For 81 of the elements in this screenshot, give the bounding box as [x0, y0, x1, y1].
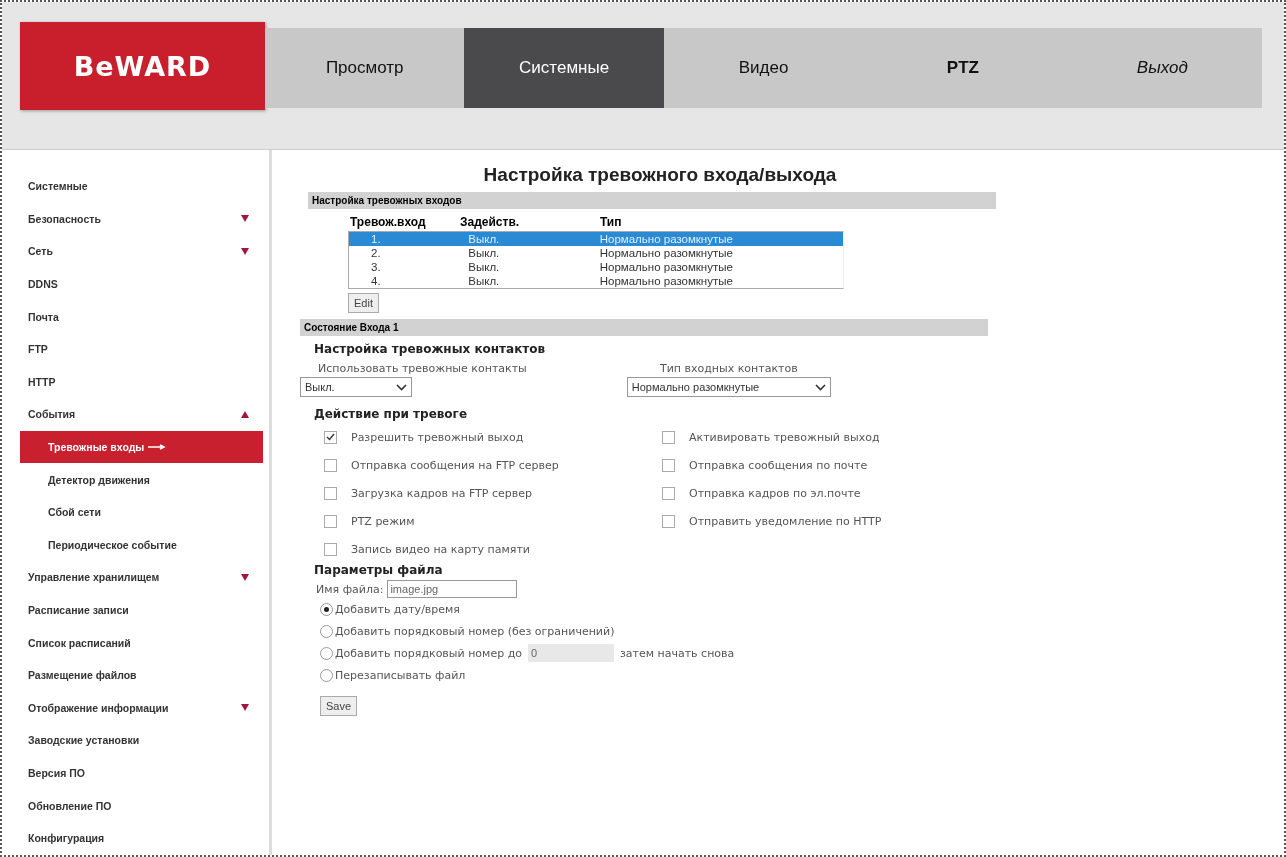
page-title: Настройка тревожного входа/выхода	[482, 164, 838, 186]
column-header: Задейств.	[460, 215, 521, 229]
sidebar-item[interactable]: FTP	[20, 332, 263, 366]
section-header: Настройка тревожных входов	[308, 192, 996, 209]
sidebar-item[interactable]: Конфигурация	[20, 821, 263, 855]
sidebar-item[interactable]: Почта	[20, 300, 263, 333]
checkbox[interactable]	[662, 514, 675, 528]
sidebar-item[interactable]: Список расписаний	[20, 626, 263, 659]
checkbox-label: Разрешить тревожный выход	[351, 430, 524, 444]
sidebar-item[interactable]: Отображение информации	[20, 691, 263, 725]
expand-triangle-icon[interactable]	[241, 704, 249, 712]
expand-triangle-icon[interactable]	[241, 215, 249, 223]
checkbox[interactable]	[324, 430, 337, 444]
checkbox-label: Отправка сообщения по почте	[689, 458, 868, 472]
radio-button[interactable]	[320, 668, 333, 682]
nav-tab[interactable]: Видео	[663, 28, 864, 108]
radio-button[interactable]	[320, 624, 333, 638]
subsection-heading: Действие при тревоге	[314, 407, 469, 421]
sidebar-item[interactable]: Версия ПО	[20, 756, 263, 790]
nav-tab[interactable]: Выход	[1062, 28, 1263, 108]
select-field[interactable]: Нормально разомкнутые	[626, 377, 831, 397]
checkbox[interactable]	[662, 430, 675, 444]
radio-label: Добавить порядковый номер до	[335, 646, 522, 660]
checkbox-label: Отправка сообщения на FTP сервер	[351, 458, 559, 472]
list-row[interactable]: 4. Выкл. Нормально разомкнутые	[349, 274, 843, 288]
radio-button[interactable]	[320, 602, 333, 616]
sidebar-item[interactable]: Детектор движения	[20, 463, 263, 496]
sidebar-item[interactable]: Тревожные входы	[20, 430, 263, 464]
list-row[interactable]: 3. Выкл. Нормально разомкнутые	[349, 260, 843, 274]
sidebar-item[interactable]: Системные	[20, 170, 263, 203]
checkbox-label: Активировать тревожный выход	[689, 430, 880, 444]
checkbox[interactable]	[662, 486, 675, 500]
chevron-down-icon	[814, 383, 826, 391]
filename-input[interactable]: image.jpg	[387, 580, 518, 598]
nav-tab[interactable]: Просмотр	[265, 28, 465, 108]
field-label: Использовать тревожные контакты	[318, 362, 527, 375]
select-field[interactable]: Выкл.	[300, 377, 412, 397]
expand-triangle-icon[interactable]	[241, 573, 249, 581]
radio-label: Добавить порядковый номер (без ограничений)	[335, 624, 615, 638]
save-button[interactable]: Save	[320, 696, 358, 716]
checkbox-label: Запись видео на карту памяти	[351, 542, 530, 556]
list-row[interactable]: 2. Выкл. Нормально разомкнутые	[349, 246, 843, 260]
checkbox-label: Загрузка кадров на FTP сервер	[351, 486, 532, 500]
radio-label: Добавить дату/время	[335, 602, 460, 616]
sidebar-item[interactable]: Безопасность	[20, 202, 263, 236]
sidebar-item[interactable]: Заводские установки	[20, 724, 263, 757]
radio-suffix: затем начать снова	[620, 646, 735, 660]
field-label: Имя файла:	[316, 582, 384, 596]
logo[interactable]: BeWARD	[20, 22, 265, 110]
checkbox-label: PTZ режим	[351, 514, 415, 528]
sidebar-item[interactable]: События	[20, 398, 263, 431]
sidebar-item[interactable]: HTTP	[20, 365, 263, 399]
sidebar-item[interactable]: Управление хранилищем	[20, 561, 263, 594]
edit-button[interactable]: Edit	[348, 293, 379, 313]
checkbox-label: Отправка кадров по эл.почте	[689, 486, 861, 500]
sidebar-item[interactable]: Расписание записи	[20, 593, 263, 627]
sidebar-item[interactable]: Размещение файлов	[20, 658, 263, 692]
checkbox[interactable]	[324, 514, 337, 528]
checkbox[interactable]	[662, 458, 675, 472]
collapse-triangle-icon[interactable]	[241, 410, 249, 418]
sidebar-item[interactable]: Сбой сети	[20, 495, 263, 529]
sidebar-item[interactable]: Обновление ПО	[20, 789, 263, 822]
checkbox-label: Отправить уведомление по HTTP	[689, 514, 882, 528]
field-label: Тип входных контактов	[659, 362, 798, 375]
chevron-down-icon	[396, 383, 407, 391]
nav-tab[interactable]: PTZ	[863, 28, 1063, 108]
subsection-heading: Настройка тревожных контактов	[314, 342, 547, 356]
nav-tab[interactable]: Системные	[464, 28, 664, 108]
sidebar-item[interactable]: Сеть	[20, 235, 263, 268]
sidebar-item[interactable]: DDNS	[20, 267, 263, 301]
column-header: Тревож.вход	[350, 215, 427, 229]
column-header: Тип	[600, 215, 623, 229]
sidebar-item[interactable]: Периодическое событие	[20, 528, 263, 562]
checkbox[interactable]	[324, 486, 337, 500]
checkbox[interactable]	[324, 458, 337, 472]
subsection-heading: Параметры файла	[314, 563, 444, 577]
arrow-icon	[148, 444, 167, 451]
expand-triangle-icon[interactable]	[241, 248, 249, 255]
checkbox[interactable]	[324, 542, 337, 556]
section-header: Состояние Входа 1	[300, 319, 988, 336]
radio-label: Перезаписывать файл	[335, 668, 466, 682]
